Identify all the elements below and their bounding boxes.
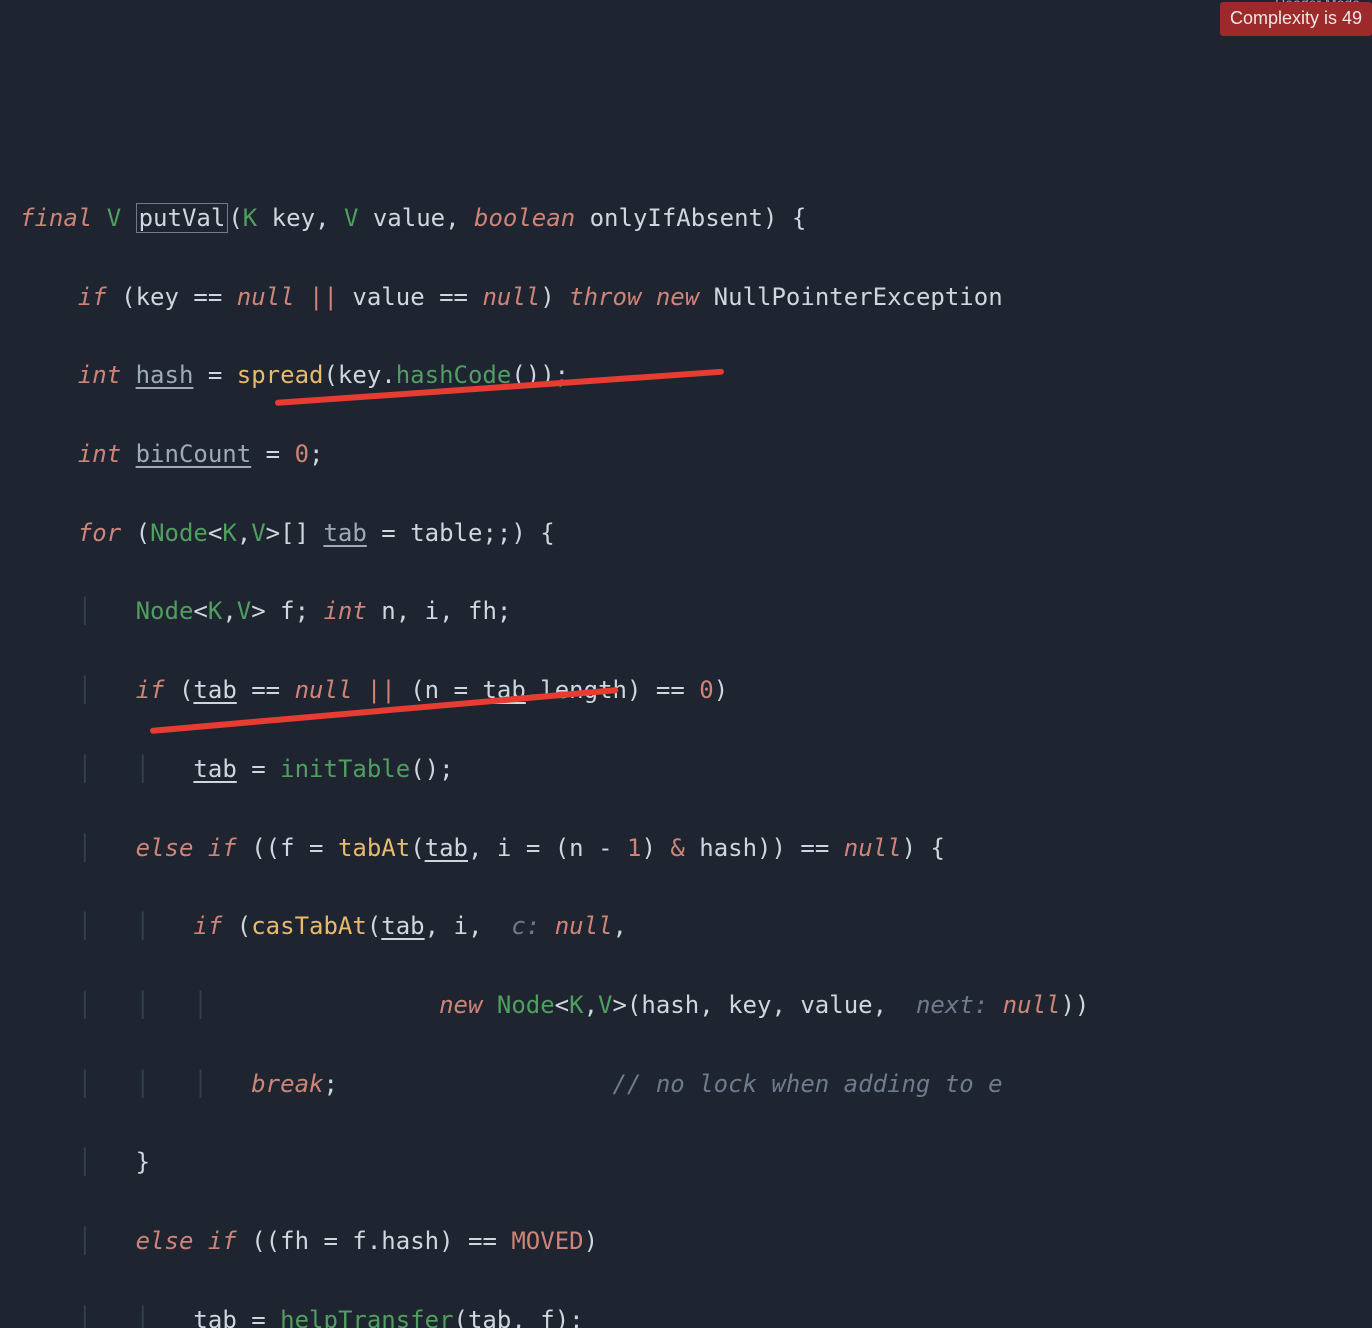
code-line: │ │ │ new Node<K,V>(hash, key, value, ne… bbox=[20, 986, 1372, 1025]
code-line: │ │ tab = initTable(); bbox=[20, 750, 1372, 789]
code-line: │ Node<K,V> f; int n, i, fh; bbox=[20, 592, 1372, 631]
code-line: if (key == null || value == null) throw … bbox=[20, 278, 1372, 317]
code-editor[interactable]: Reader Mode Complexity is 49 final V put… bbox=[0, 0, 1372, 1328]
code-line: │ else if ((f = tabAt(tab, i = (n - 1) &… bbox=[20, 829, 1372, 868]
code-line: │ } bbox=[20, 1143, 1372, 1182]
code-line: int binCount = 0; bbox=[20, 435, 1372, 474]
code-line: final V putVal(K key, V value, boolean o… bbox=[20, 199, 1372, 238]
code-line: │ │ if (casTabAt(tab, i, c: null, bbox=[20, 907, 1372, 946]
code-line: for (Node<K,V>[] tab = table;;) { bbox=[20, 514, 1372, 553]
code-line: │ │ tab = helpTransfer(tab, f); bbox=[20, 1301, 1372, 1328]
code-line: │ if (tab == null || (n = tab.length) ==… bbox=[20, 671, 1372, 710]
code-line: │ │ │ break; // no lock when adding to e bbox=[20, 1065, 1372, 1104]
code-line: │ else if ((fh = f.hash) == MOVED) bbox=[20, 1222, 1372, 1261]
complexity-badge[interactable]: Complexity is 49 bbox=[1220, 2, 1372, 36]
method-name: putVal bbox=[136, 203, 229, 233]
